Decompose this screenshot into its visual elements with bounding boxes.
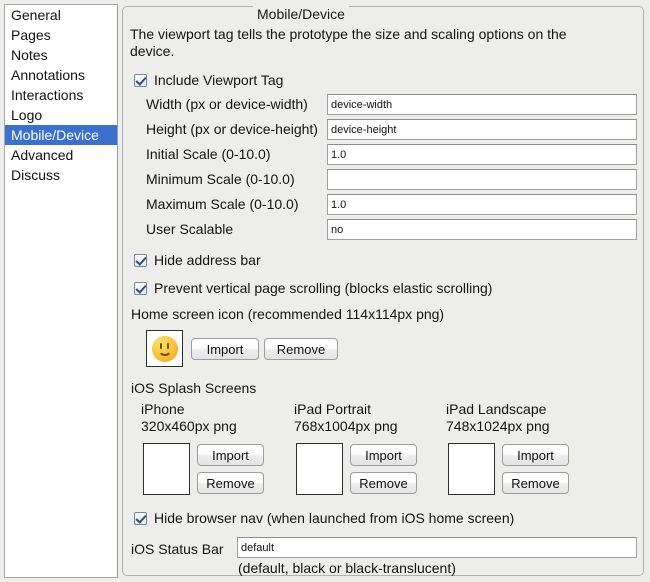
splash-ipad-portrait-size: 768x1004px png [294, 418, 398, 434]
include-viewport-tag-checkbox-row[interactable]: Include Viewport Tag [134, 72, 283, 88]
splash-screens-heading: iOS Splash Screens [131, 380, 256, 396]
include-viewport-tag-label: Include Viewport Tag [154, 72, 283, 88]
width-field-label: Width (px or device-width) [146, 96, 308, 112]
sidebar-item-interactions[interactable]: Interactions [5, 85, 117, 105]
prevent-vertical-scroll-label: Prevent vertical page scrolling (blocks … [154, 280, 492, 296]
checkbox-icon[interactable] [134, 254, 147, 267]
splash-ipad-landscape-well[interactable] [448, 443, 495, 495]
initial-scale-label: Initial Scale (0-10.0) [146, 146, 271, 162]
hide-browser-nav-label: Hide browser nav (when launched from iOS… [154, 510, 514, 526]
splash-iphone-name: iPhone [141, 401, 185, 417]
hide-address-bar-label: Hide address bar [154, 252, 261, 268]
height-field-label: Height (px or device-height) [146, 121, 318, 137]
sidebar-item-mobile-device[interactable]: Mobile/Device [5, 125, 117, 145]
maximum-scale-input[interactable] [327, 194, 637, 215]
sidebar-item-discuss[interactable]: Discuss [5, 165, 117, 185]
ios-status-bar-hint: (default, black or black-translucent) [238, 560, 456, 576]
user-scalable-label: User Scalable [146, 221, 233, 237]
group-box-title: Mobile/Device [253, 6, 349, 22]
sidebar-item-logo[interactable]: Logo [5, 105, 117, 125]
checkbox-icon[interactable] [134, 512, 147, 525]
initial-scale-input[interactable] [327, 144, 637, 165]
minimum-scale-label: Minimum Scale (0-10.0) [146, 171, 295, 187]
home-icon-remove-button[interactable]: Remove [264, 338, 338, 360]
splash-iphone-well[interactable] [143, 443, 190, 495]
splash-ipad-landscape-remove-button[interactable]: Remove [502, 472, 569, 494]
maximum-scale-label: Maximum Scale (0-10.0) [146, 196, 299, 212]
minimum-scale-input[interactable] [327, 169, 637, 190]
checkbox-icon[interactable] [134, 282, 147, 295]
checkbox-icon[interactable] [134, 74, 147, 87]
sidebar-item-pages[interactable]: Pages [5, 25, 117, 45]
splash-ipad-portrait-well[interactable] [296, 443, 343, 495]
smiley-face-icon [152, 336, 178, 362]
home-icon-import-button[interactable]: Import [191, 338, 259, 360]
prevent-vertical-scroll-checkbox-row[interactable]: Prevent vertical page scrolling (blocks … [134, 280, 492, 296]
ios-status-bar-input[interactable] [237, 537, 637, 558]
home-screen-icon-heading: Home screen icon (recommended 114x114px … [131, 306, 444, 322]
splash-iphone-size: 320x460px png [141, 418, 237, 434]
splash-iphone-import-button[interactable]: Import [197, 444, 264, 466]
height-input[interactable] [327, 119, 637, 140]
hide-browser-nav-checkbox-row[interactable]: Hide browser nav (when launched from iOS… [134, 510, 514, 526]
splash-ipad-landscape-name: iPad Landscape [446, 401, 546, 417]
splash-ipad-portrait-name: iPad Portrait [294, 401, 371, 417]
ios-status-bar-label: iOS Status Bar [131, 541, 224, 557]
splash-ipad-landscape-import-button[interactable]: Import [502, 444, 569, 466]
splash-ipad-portrait-import-button[interactable]: Import [350, 444, 417, 466]
user-scalable-input[interactable] [327, 219, 637, 240]
width-input[interactable] [327, 94, 637, 115]
sidebar-item-advanced[interactable]: Advanced [5, 145, 117, 165]
sidebar-item-general[interactable]: General [5, 5, 117, 25]
sidebar-item-notes[interactable]: Notes [5, 45, 117, 65]
splash-ipad-portrait-remove-button[interactable]: Remove [350, 472, 417, 494]
preferences-window: General Pages Notes Annotations Interact… [0, 0, 650, 582]
viewport-description: The viewport tag tells the prototype the… [130, 26, 610, 60]
splash-iphone-remove-button[interactable]: Remove [197, 472, 264, 494]
hide-address-bar-checkbox-row[interactable]: Hide address bar [134, 252, 261, 268]
sidebar-item-annotations[interactable]: Annotations [5, 65, 117, 85]
settings-category-list[interactable]: General Pages Notes Annotations Interact… [4, 4, 118, 578]
splash-ipad-landscape-size: 748x1024px png [446, 418, 550, 434]
home-screen-icon-well[interactable] [146, 330, 183, 367]
